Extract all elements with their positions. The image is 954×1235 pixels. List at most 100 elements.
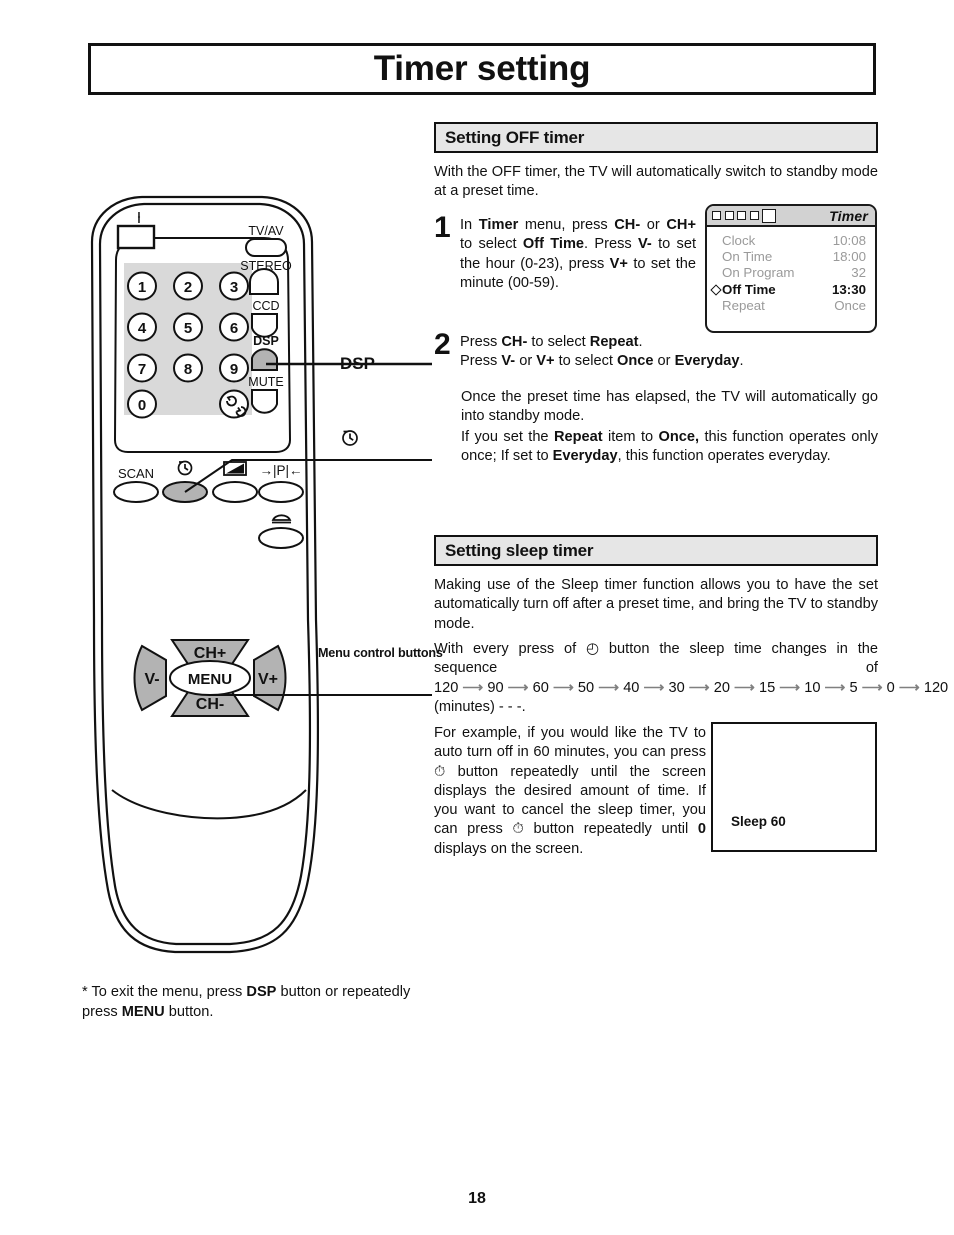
prev-program-label: →|P|← (259, 463, 302, 478)
page-title: Timer setting (373, 49, 591, 88)
prev-program-button (258, 481, 304, 503)
arrow-right-icon: ⟶ (729, 679, 759, 696)
svg-text:Ι: Ι (137, 210, 141, 227)
osd-row-value: Once (834, 297, 866, 313)
osd-row-value: 32 (851, 265, 866, 281)
vol-up-label: V+ (258, 671, 278, 688)
key-9: 9 (230, 361, 238, 378)
key-2: 2 (184, 279, 192, 296)
tv-av-button (245, 238, 287, 257)
dsp-button (251, 348, 278, 371)
osd-tab-icon-active (762, 208, 776, 223)
sleep-timer-intro: Making use of the Sleep timer function a… (434, 577, 878, 632)
osd-tab-icons (712, 208, 776, 223)
arrow-right-icon: ⟶ (684, 679, 714, 696)
osd-title: Timer (829, 207, 868, 224)
off-timer-intro: With the OFF timer, the TV will automati… (434, 164, 878, 200)
step-2: 2 Press CH- to select Repeat. Press V- or… (434, 330, 878, 372)
osd-tab-icon (712, 211, 721, 220)
osd-timer-menu: Timer Clock 10:08 On Time 18:00 On Program 32… (705, 204, 877, 333)
power-button (116, 224, 156, 250)
sleep-sequence-value: 90 (487, 679, 504, 696)
sleep-preview-label: Sleep 60 (731, 814, 786, 829)
sleep-sequence-value: 20 (713, 679, 730, 696)
arrow-right-icon: ⟶ (458, 679, 488, 696)
sleep-sequence-value: 30 (668, 679, 685, 696)
osd-row[interactable]: Repeat Once (712, 298, 866, 314)
step-1: 1 In Timer menu, press CH- or CH+ to sel… (434, 211, 696, 293)
sleep-sequence-value: 120 (923, 679, 949, 696)
osd-selection-marker-icon (710, 284, 722, 296)
exit-menu-footnote: * To exit the menu, press DSP button or … (82, 984, 411, 1020)
osd-row-label: On Time (722, 249, 773, 265)
osd-row[interactable]: Off Time 13:30 (710, 281, 866, 298)
clock-icon: ⏱ (434, 763, 446, 780)
off-timer-note-2: If you set the Repeat item to Once, this… (461, 429, 879, 465)
dsp-label: DSP (253, 334, 279, 348)
arrow-right-icon: ⟶ (503, 679, 533, 696)
osd-row-label: Repeat (722, 297, 765, 313)
sleep-preview-box: Sleep 60 (711, 722, 877, 852)
sleep-sequence-value: 0 (886, 679, 895, 696)
ccd-label: CCD (252, 299, 279, 313)
sleep-timer-sequence: With every press of ◴ button the sleep t… (434, 639, 948, 717)
section-heading-off-timer: Setting OFF timer (434, 122, 878, 153)
osd-row[interactable]: On Time 18:00 (712, 249, 866, 265)
arrow-right-icon: ⟶ (820, 679, 850, 696)
section-heading-sleep-timer-label: Setting sleep timer (445, 540, 594, 560)
ch-up-label: CH+ (194, 645, 226, 662)
key-5: 5 (184, 320, 192, 337)
clock-icon: ◴ (586, 640, 600, 657)
osd-header: Timer (707, 206, 875, 227)
arrow-right-icon: ⟶ (548, 679, 578, 696)
menu-control-callout-label: Menu control buttons (318, 646, 443, 660)
sleep-sequence-value: 10 (804, 679, 821, 696)
ch-down-label: CH- (196, 696, 224, 713)
arrow-right-icon: ⟶ (857, 679, 887, 696)
sleep-callout-clock-icon (342, 430, 358, 446)
key-6: 6 (230, 320, 238, 337)
step-2-text: Press CH- to select Repeat. Press V- or V… (460, 334, 744, 370)
key-1: 1 (138, 279, 146, 296)
tv-av-label: TV/AV (248, 224, 284, 238)
osd-row-value: 18:00 (832, 249, 866, 265)
osd-row[interactable]: On Program 32 (712, 265, 866, 281)
osd-row-value: 13:30 (831, 281, 866, 297)
arrow-right-icon: ⟶ (775, 679, 805, 696)
arrow-right-icon: ⟶ (894, 679, 924, 696)
key-3: 3 (230, 279, 238, 296)
stereo-button (249, 268, 279, 295)
osd-row-label: Off Time (722, 281, 776, 297)
menu-label: MENU (188, 671, 232, 688)
osd-row-label: Clock (722, 233, 756, 248)
osd-row[interactable]: Clock 10:08 (712, 233, 866, 249)
arrow-right-icon: ⟶ (594, 679, 624, 696)
osd-row-label: On Program (722, 265, 795, 281)
scan-label: SCAN (118, 466, 154, 481)
step-1-text: In Timer menu, press CH- or CH+ to selec… (460, 217, 696, 291)
osd-tab-icon (737, 211, 746, 220)
sleep-sequence-lead: With every press of (434, 641, 587, 657)
picture-button (212, 481, 258, 503)
key-8: 8 (184, 361, 192, 378)
osd-row-list: Clock 10:08 On Time 18:00 On Program 32 Off Ti… (707, 227, 875, 314)
key-0: 0 (138, 397, 146, 414)
sleep-sequence-value: 5 (849, 679, 858, 696)
sleep-sequence-value: 15 (758, 679, 776, 696)
key-4: 4 (138, 320, 147, 337)
osd-tab-icon (724, 211, 734, 220)
sleep-timer-example: For example, if you would like the TV to… (434, 725, 707, 857)
sleep-sequence-value: 120 (434, 679, 459, 696)
clock-icon: ⏱ (512, 821, 524, 838)
sleep-sequence-suffix: (minutes) - - -. (434, 698, 526, 715)
sleep-sequence-value: 40 (623, 679, 640, 696)
scan-button (113, 481, 159, 503)
page-number: 18 (468, 1190, 486, 1207)
step-1-number: 1 (434, 211, 451, 244)
off-timer-note-1: Once the preset time has elapsed, the TV… (461, 389, 878, 425)
remote-control-diagram: Ι 1 2 3 4 5 6 7 8 9 0 TV/AV STEREO CCD D… (80, 190, 432, 960)
vol-down-label: V- (144, 671, 159, 688)
osd-tab-icon (749, 211, 759, 220)
arrow-right-icon: ⟶ (639, 679, 669, 696)
sound-button (258, 527, 304, 549)
